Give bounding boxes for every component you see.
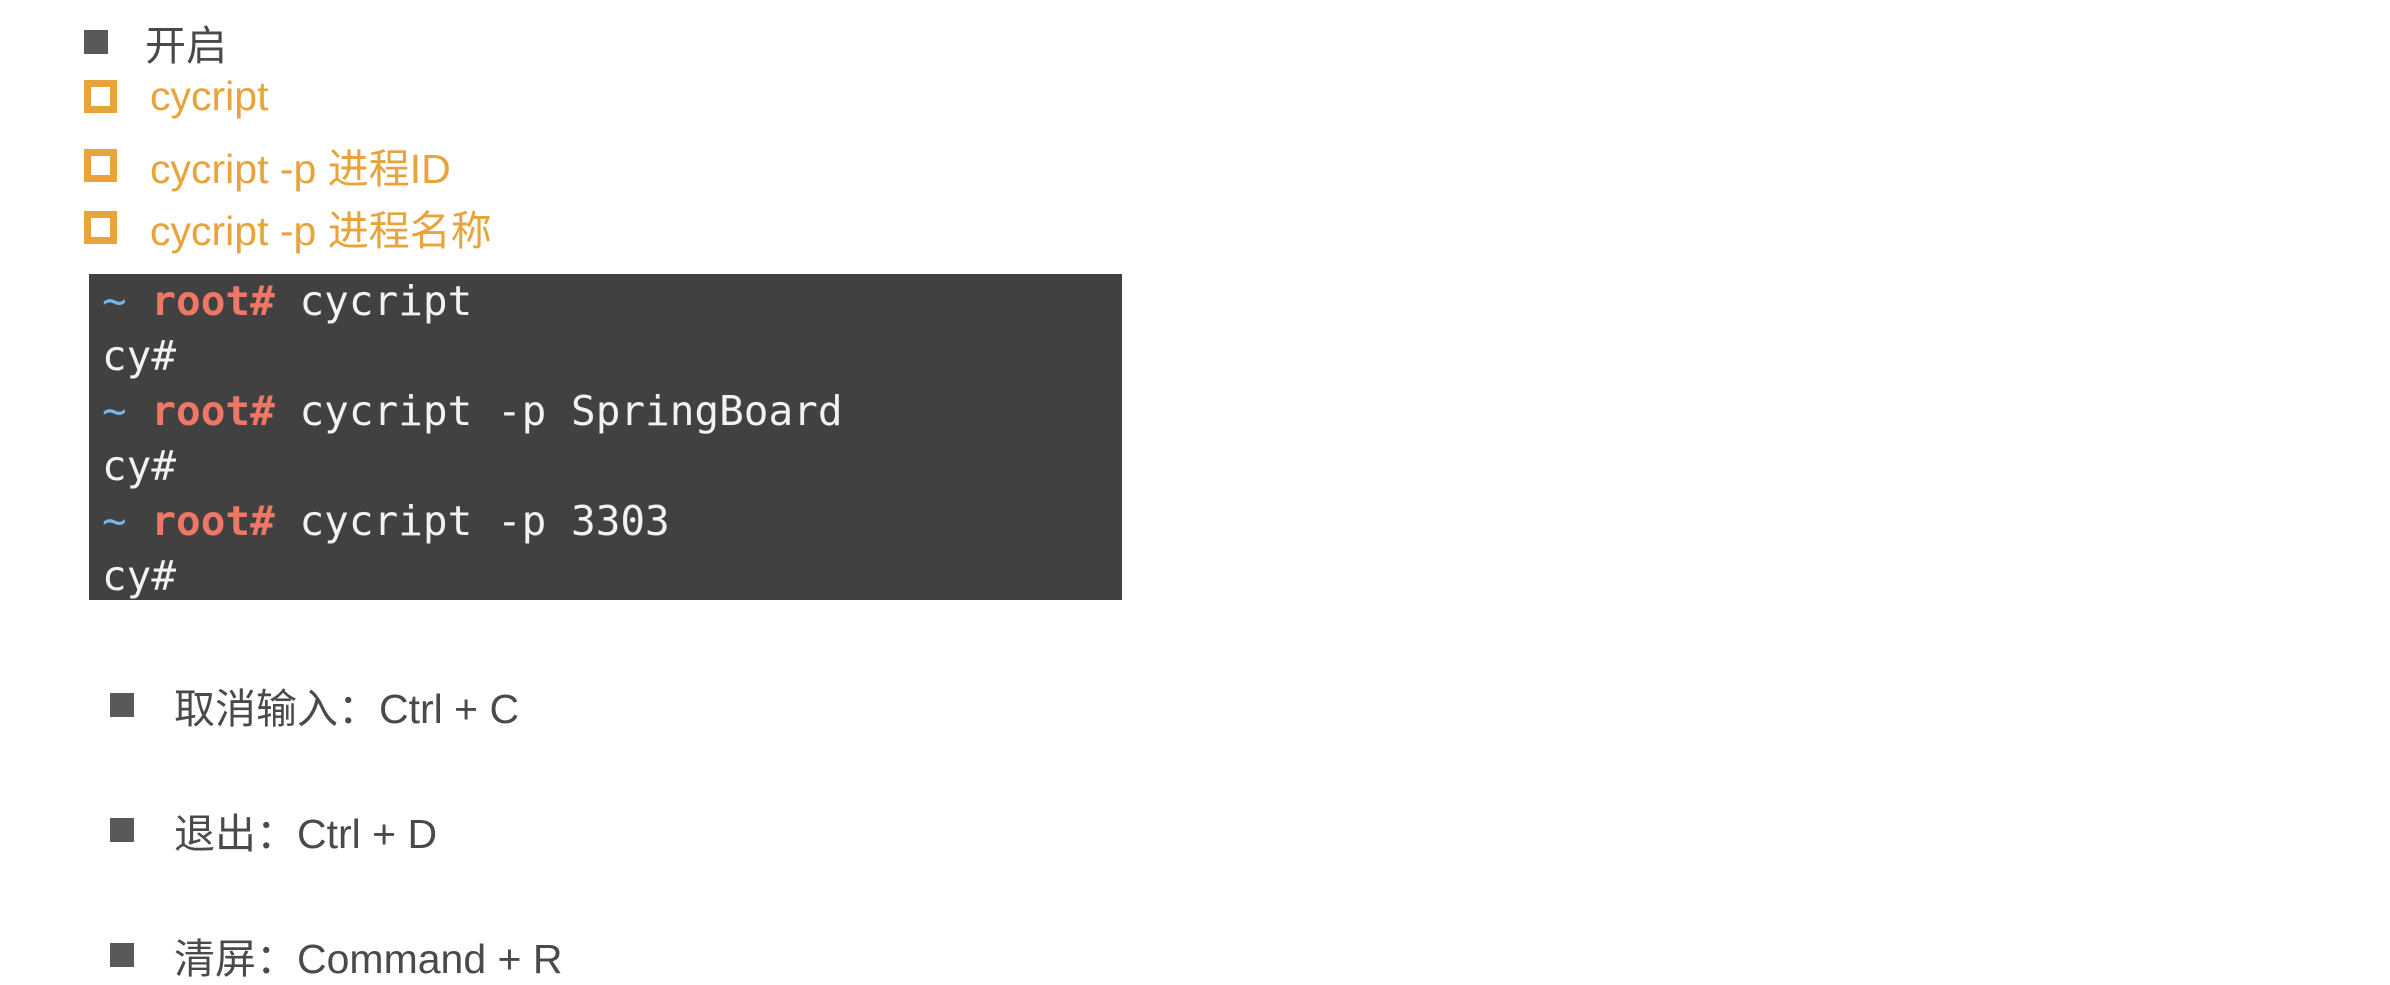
hollow-square-bullet-icon xyxy=(84,148,117,182)
square-bullet-icon xyxy=(110,818,134,842)
terminal-screenshot: ~ root# cycript cy# ~ root# cycript -p S… xyxy=(89,274,1122,600)
terminal-output: cy# xyxy=(102,332,177,380)
prompt-tilde: ~ xyxy=(102,497,127,545)
prompt-user: root# xyxy=(151,387,275,435)
square-bullet-icon xyxy=(110,943,134,967)
terminal-command: cycript -p SpringBoard xyxy=(274,387,843,435)
prompt-tilde: ~ xyxy=(102,387,127,435)
prompt-tilde: ~ xyxy=(102,277,127,325)
terminal-line: ~ root# cycript xyxy=(102,274,1122,329)
shortcut-item-exit: 退出：Ctrl + D xyxy=(110,800,437,860)
terminal-line: ~ root# cycript -p 3303 xyxy=(102,494,1122,549)
hollow-square-bullet-icon xyxy=(84,80,117,113)
terminal-output: cy# xyxy=(102,442,177,490)
list-item-start: 开启 xyxy=(84,12,227,72)
prompt-user: root# xyxy=(151,277,275,325)
square-bullet-icon xyxy=(84,30,108,54)
prompt-user: root# xyxy=(151,497,275,545)
terminal-output: cy# xyxy=(102,552,177,600)
sub-list-item: cycript -p 进程名称 xyxy=(84,197,492,257)
list-item-label: 开启 xyxy=(145,23,227,69)
sub-list-item-label: cycript xyxy=(150,73,269,119)
terminal-line: cy# xyxy=(102,439,1122,494)
sub-list-item: cycript -p 进程ID xyxy=(84,135,451,195)
shortcut-label: 取消输入：Ctrl + C xyxy=(174,686,520,732)
terminal-line: ~ root# cycript -p SpringBoard xyxy=(102,384,1122,439)
terminal-command: cycript -p 3303 xyxy=(274,497,670,545)
shortcut-item-cancel: 取消输入：Ctrl + C xyxy=(110,675,519,735)
shortcut-label: 退出：Ctrl + D xyxy=(174,811,438,857)
square-bullet-icon xyxy=(110,693,134,717)
sub-list-item-label: cycript -p 进程名称 xyxy=(150,208,492,254)
hollow-square-bullet-icon xyxy=(84,210,117,244)
sub-list-item: cycript xyxy=(84,73,268,120)
shortcut-label: 清屏：Command + R xyxy=(174,936,563,982)
sub-list-item-label: cycript -p 进程ID xyxy=(150,146,451,192)
terminal-line: cy# xyxy=(102,329,1122,384)
terminal-line: cy# xyxy=(102,549,1122,600)
shortcut-item-clear: 清屏：Command + R xyxy=(110,925,562,985)
terminal-command: cycript xyxy=(274,277,473,325)
